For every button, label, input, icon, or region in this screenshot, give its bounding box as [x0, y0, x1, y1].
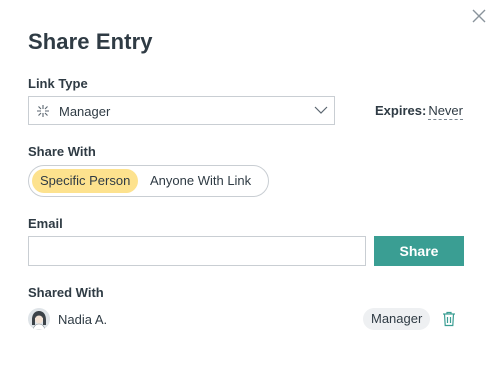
- link-type-select[interactable]: Manager: [28, 96, 335, 125]
- link-type-value: Manager: [59, 104, 111, 119]
- share-with-toggle: Specific Person Anyone With Link: [28, 165, 269, 197]
- sparkle-icon: [37, 105, 49, 117]
- email-label: Email: [28, 216, 63, 231]
- avatar: [28, 308, 50, 330]
- dialog-title: Share Entry: [28, 29, 153, 54]
- close-icon: [472, 9, 486, 23]
- share-with-label: Share With: [28, 144, 96, 159]
- share-dialog: Share Entry Link Type Manager Expires: Ne…: [0, 0, 495, 371]
- expires-label: Expires:: [375, 103, 427, 118]
- share-button[interactable]: Share: [374, 236, 464, 266]
- avatar-icon: [28, 308, 50, 330]
- expires-value[interactable]: Never: [428, 103, 463, 120]
- shared-user-row: Nadia A. Manager: [28, 308, 464, 332]
- chevron-down-icon: [314, 106, 328, 114]
- shared-with-label: Shared With: [28, 285, 104, 300]
- email-input[interactable]: [28, 236, 366, 266]
- link-type-label: Link Type: [28, 76, 88, 91]
- toggle-specific-person[interactable]: Specific Person: [32, 169, 139, 193]
- expires-control: Expires: Never: [375, 103, 463, 120]
- toggle-anyone-with-link[interactable]: Anyone With Link: [142, 169, 259, 193]
- close-button[interactable]: [470, 7, 488, 25]
- role-badge[interactable]: Manager: [363, 308, 431, 330]
- shared-user-name: Nadia A.: [58, 312, 108, 327]
- trash-icon[interactable]: [442, 311, 456, 327]
